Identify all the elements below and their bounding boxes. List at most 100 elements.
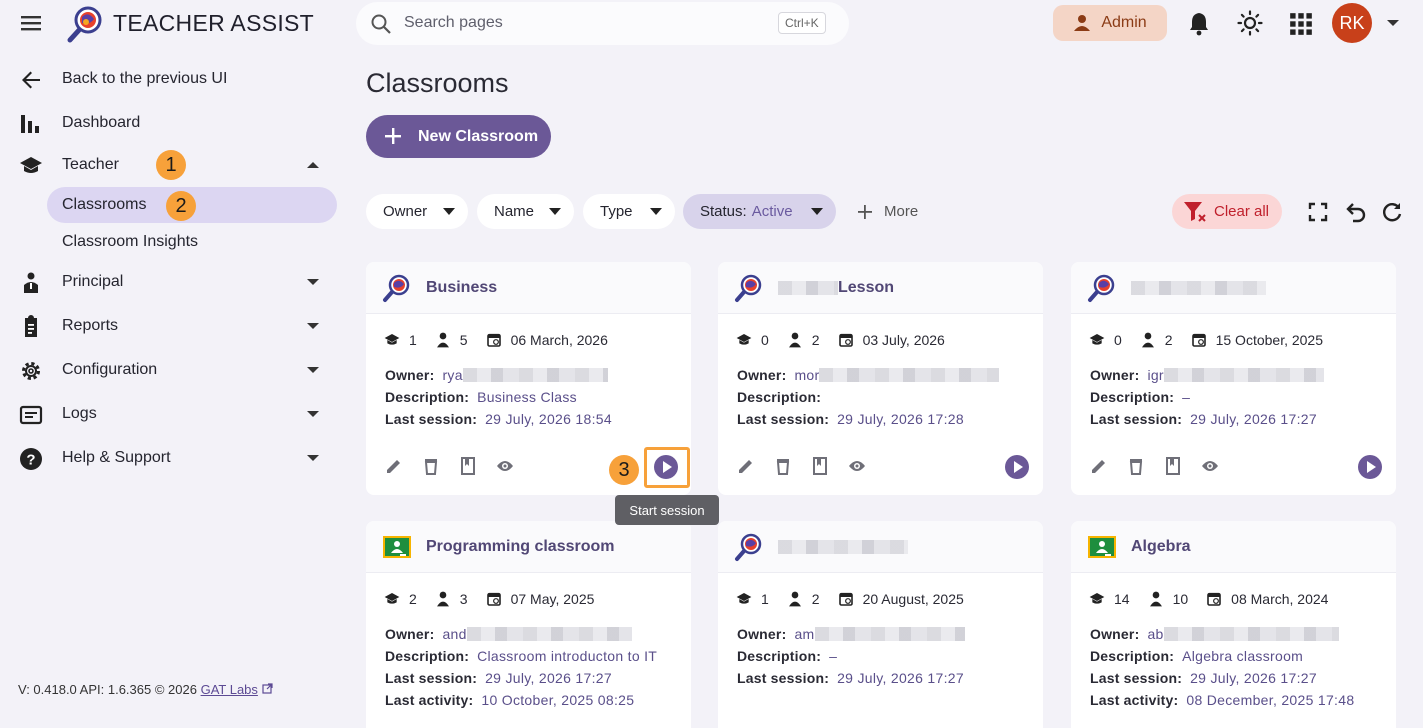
start-session-button[interactable]	[1358, 455, 1382, 479]
last-activity-value: 10 October, 2025 08:25	[481, 692, 635, 708]
google-classroom-icon	[383, 536, 411, 558]
graduation-cap-icon	[736, 334, 752, 345]
classroom-card[interactable]: Algebra 14 10 08 March, 2024 Owner: ab De…	[1071, 521, 1396, 728]
teacher-count: 0	[761, 332, 769, 348]
student-count: 3	[459, 591, 468, 607]
redacted-owner	[462, 368, 608, 382]
sidebar-item-reports[interactable]: Reports	[0, 308, 340, 344]
help-icon: ?	[20, 448, 42, 470]
card-title[interactable]	[778, 538, 908, 556]
chevron-down-icon[interactable]	[1386, 18, 1400, 28]
chevron-down-icon	[811, 208, 823, 215]
student-icon	[1149, 591, 1162, 607]
search-input[interactable]	[404, 12, 784, 34]
card-title[interactable]: Programming classroom	[426, 538, 615, 556]
card-title[interactable]: Algebra	[1131, 538, 1191, 556]
sidebar-item-logs[interactable]: Logs	[0, 396, 340, 432]
student-count: 2	[811, 332, 820, 348]
more-filters-button[interactable]: More	[856, 194, 918, 229]
filter-status[interactable]: Status: Active	[683, 194, 836, 229]
new-classroom-button[interactable]: New Classroom	[366, 115, 551, 158]
edit-icon[interactable]	[385, 457, 403, 475]
theme-toggle-icon[interactable]	[1237, 10, 1263, 36]
description-value: –	[829, 648, 838, 664]
card-title[interactable]: Lesson	[778, 279, 894, 297]
classroom-card[interactable]: 1 2 20 August, 2025 Owner: am Description…	[718, 521, 1043, 728]
redacted-owner	[819, 368, 1000, 382]
classroom-card[interactable]: Business 1 5 06 March, 2026 Owner: rya De…	[366, 262, 691, 495]
sidebar-item-label: Dashboard	[62, 114, 141, 131]
last-session-row: Last session: 29 July, 2026 17:28	[737, 411, 964, 427]
bookmark-icon[interactable]	[811, 457, 829, 475]
sidebar-item-back[interactable]: Back to the previous UI	[0, 61, 340, 97]
filter-label: Name	[494, 203, 535, 220]
owner-label: Owner:	[737, 367, 787, 383]
classroom-card[interactable]: Programming classroom 2 3 07 May, 2025 O…	[366, 521, 691, 728]
delete-icon[interactable]	[422, 457, 440, 475]
start-session-tooltip: Start session	[615, 495, 719, 525]
student-count: 2	[811, 591, 820, 607]
owner-row: Owner: am	[737, 626, 965, 642]
last-activity-label: Last activity:	[1090, 692, 1179, 708]
filter-label: Status:	[700, 203, 747, 220]
student-icon	[436, 332, 449, 348]
more-label: More	[884, 203, 919, 220]
created-date: 07 May, 2025	[510, 591, 595, 607]
undo-icon[interactable]	[1344, 200, 1368, 224]
user-avatar[interactable]: RK	[1332, 3, 1372, 43]
search-bar[interactable]: Ctrl+K	[356, 2, 849, 45]
card-header	[1071, 262, 1396, 314]
sidebar-item-dashboard[interactable]: Dashboard	[0, 105, 340, 141]
bookmark-icon[interactable]	[1164, 457, 1182, 475]
card-header: Lesson	[718, 262, 1043, 314]
calendar-icon	[838, 592, 853, 606]
chevron-down-icon	[307, 279, 319, 285]
sidebar-item-principal[interactable]: Principal	[0, 264, 340, 300]
last-session-label: Last session:	[1090, 670, 1183, 686]
clear-all-button[interactable]: Clear all	[1172, 194, 1282, 229]
bookmark-icon[interactable]	[459, 457, 477, 475]
last-session-value: 29 July, 2026 17:27	[837, 670, 964, 686]
admin-role-button[interactable]: Admin	[1053, 5, 1167, 41]
view-icon[interactable]	[1201, 457, 1219, 475]
last-session-row: Last session: 29 July, 2026 17:27	[1090, 411, 1317, 427]
card-title[interactable]	[1131, 279, 1266, 297]
sidebar-item-configuration[interactable]: Configuration	[0, 352, 340, 388]
delete-icon[interactable]	[1127, 457, 1145, 475]
bell-icon[interactable]	[1186, 10, 1212, 36]
chevron-up-icon	[307, 162, 319, 168]
menu-icon[interactable]	[20, 12, 42, 34]
refresh-icon[interactable]	[1380, 200, 1404, 224]
gat-labs-link[interactable]: GAT Labs	[201, 682, 258, 697]
last-session-label: Last session:	[385, 411, 478, 427]
sidebar-item-label: Help & Support	[62, 449, 171, 466]
sidebar-item-classroom-insights[interactable]: Classroom Insights	[62, 224, 198, 260]
last-session-row: Last session: 29 July, 2026 18:54	[385, 411, 612, 427]
calendar-icon	[1207, 592, 1221, 606]
filter-owner[interactable]: Owner	[366, 194, 468, 229]
owner-row: Owner: igr	[1090, 367, 1324, 383]
sidebar-item-help[interactable]: ? Help & Support	[0, 440, 340, 476]
delete-icon[interactable]	[774, 457, 792, 475]
owner-row: Owner: mor	[737, 367, 1000, 383]
classroom-card[interactable]: 0 2 15 October, 2025 Owner: igr Descripti…	[1071, 262, 1396, 495]
card-title[interactable]: Business	[426, 279, 497, 297]
card-stats: 14 10 08 March, 2024	[1089, 590, 1328, 608]
edit-icon[interactable]	[737, 457, 755, 475]
filter-clear-icon	[1184, 202, 1206, 222]
owner-value: rya	[442, 367, 463, 383]
apps-grid-icon[interactable]	[1288, 11, 1314, 37]
filter-name[interactable]: Name	[477, 194, 574, 229]
filter-type[interactable]: Type	[583, 194, 675, 229]
fullscreen-icon[interactable]	[1306, 200, 1330, 224]
description-label: Description:	[1090, 648, 1175, 664]
start-session-button[interactable]	[1005, 455, 1029, 479]
classroom-card[interactable]: Lesson 0 2 03 July, 2026 Owner: mor Descr…	[718, 262, 1043, 495]
sidebar-item-label: Principal	[62, 273, 124, 290]
student-icon	[436, 591, 449, 607]
search-shortcut: Ctrl+K	[778, 12, 826, 34]
edit-icon[interactable]	[1090, 457, 1108, 475]
filter-label: Type	[600, 203, 633, 220]
view-icon[interactable]	[848, 457, 866, 475]
view-icon[interactable]	[496, 457, 514, 475]
